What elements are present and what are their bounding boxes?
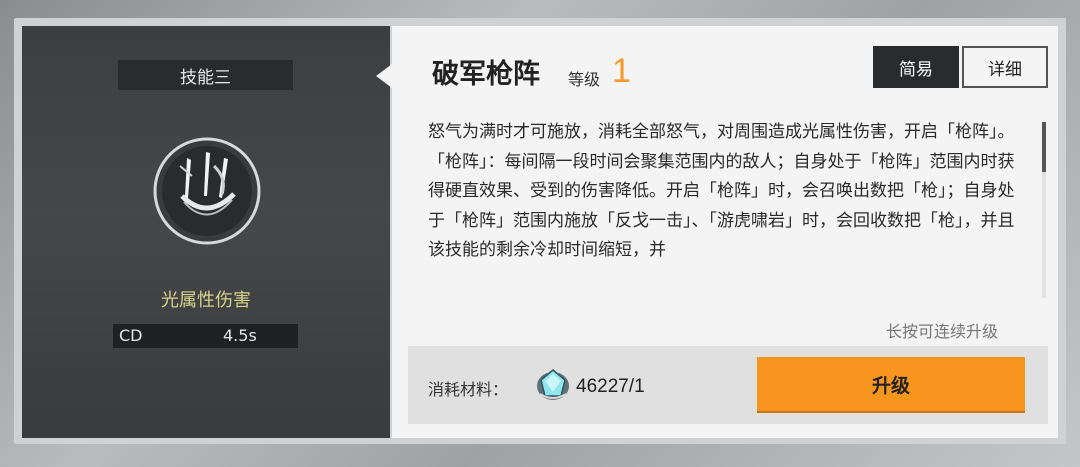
cooldown-bar: CD 4.5s	[113, 324, 298, 348]
hold-upgrade-hint: 长按可连续升级	[886, 322, 999, 341]
spear-array-icon	[152, 136, 262, 246]
material-count: 46227/1	[576, 376, 645, 397]
skill-name: 破军枪阵	[432, 59, 540, 90]
description-scrollbar-thumb[interactable]	[1042, 122, 1046, 172]
upgrade-button[interactable]: 升级	[757, 357, 1025, 411]
panel-pointer	[376, 64, 392, 88]
level-value: 1	[612, 52, 631, 90]
material-label: 消耗材料：	[428, 380, 509, 399]
cooldown-value: 4.5s	[223, 326, 257, 345]
crystal-material-icon[interactable]	[534, 364, 572, 404]
tab-simple[interactable]: 简易	[873, 46, 959, 88]
description-paragraph: 怒气为满时才可施放，消耗全部怒气，对周围造成光属性伤害，开启「枪阵」。	[428, 122, 1015, 142]
level-label: 等级	[568, 70, 601, 89]
skill-slot-label: 技能三	[118, 60, 293, 90]
description-paragraph: 「枪阵」：每间隔一段时间会聚集范围内的敌人；自身处于「枪阵」范围内时获得硬直效果…	[428, 151, 1015, 261]
cooldown-label: CD	[119, 326, 143, 345]
tab-detailed[interactable]: 详细	[962, 46, 1048, 88]
skill-description: 怒气为满时才可施放，消耗全部怒气，对周围造成光属性伤害，开启「枪阵」。 「枪阵」…	[428, 118, 1028, 300]
damage-type-label: 光属性伤害	[161, 290, 251, 311]
